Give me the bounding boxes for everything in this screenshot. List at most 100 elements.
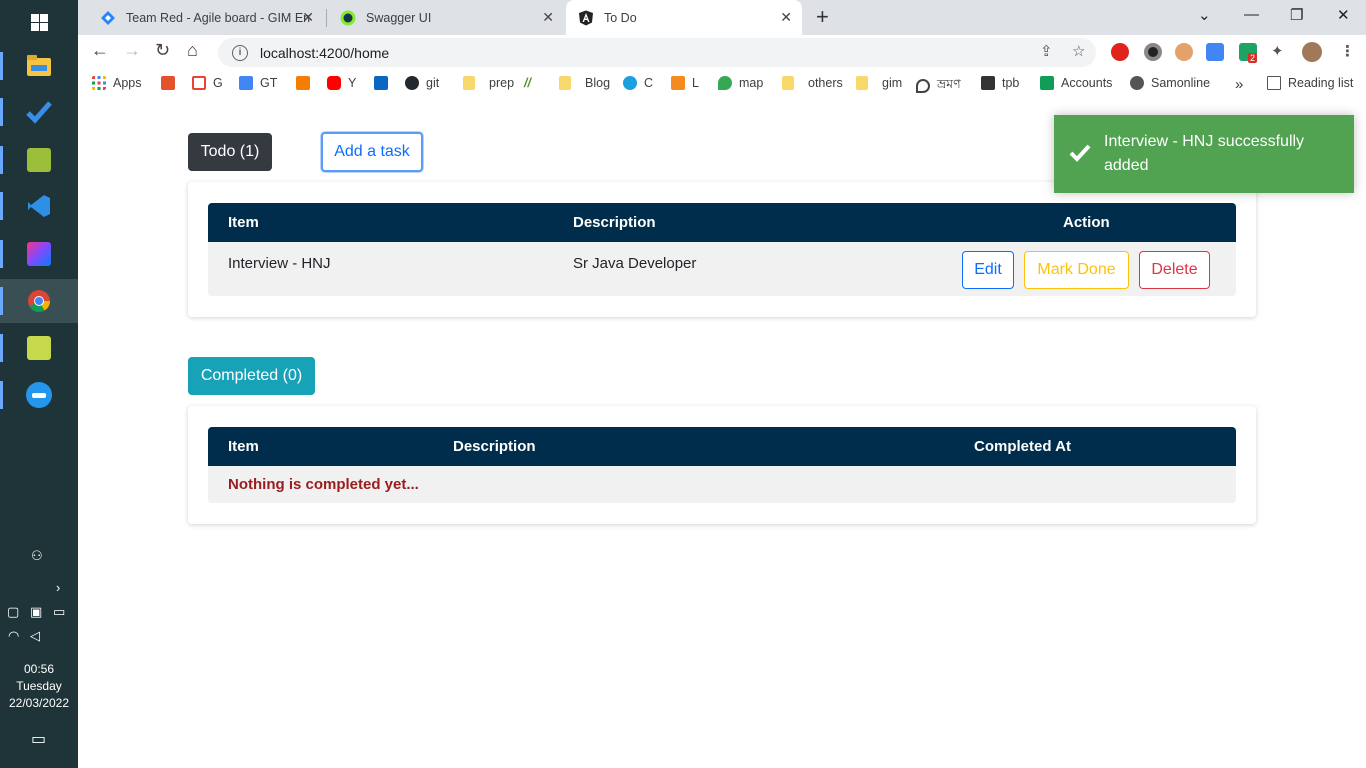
bookmark-label: G: [213, 76, 223, 90]
bookmark-blog[interactable]: Blog: [559, 76, 610, 90]
windows-logo-icon: [30, 13, 48, 31]
completed-card: Item Description Completed At Nothing is…: [188, 406, 1256, 524]
taskbar-file-explorer[interactable]: [0, 44, 78, 88]
location-pin-icon: [916, 79, 930, 93]
reload-button[interactable]: ↻: [155, 40, 170, 61]
l-site-icon: [671, 76, 685, 90]
column-header-completed-at: Completed At: [974, 438, 1071, 455]
bookmark-gt[interactable]: GT: [239, 76, 277, 90]
bookmark-label: C: [644, 76, 654, 90]
taskbar-intellij[interactable]: [0, 232, 78, 276]
notepad-icon: [27, 336, 51, 360]
taskbar-notepad[interactable]: [0, 326, 78, 370]
close-icon[interactable]: ✕: [780, 9, 792, 26]
bookmark-star-icon[interactable]: ☆: [1072, 42, 1085, 60]
close-icon[interactable]: ✕: [302, 9, 314, 26]
taskbar-vscode[interactable]: [0, 184, 78, 228]
bookmark-samonline[interactable]: Samonline: [1130, 76, 1210, 90]
add-task-button[interactable]: Add a task: [321, 132, 423, 172]
tab-swagger-ui[interactable]: Swagger UI ✕: [328, 0, 564, 35]
checkmark-icon: [1069, 144, 1091, 162]
table-row: Interview - HNJ Sr Java Developer Edit M…: [208, 242, 1236, 296]
bookmark-git[interactable]: git: [405, 76, 439, 90]
bookmark-youtube[interactable]: Y: [327, 76, 356, 90]
tray-meet-icon[interactable]: ▢: [7, 604, 19, 620]
site-info-icon[interactable]: i: [232, 44, 248, 61]
battery-icon[interactable]: ▭: [53, 604, 65, 620]
chevron-right-icon[interactable]: ›: [56, 580, 60, 595]
chrome-icon: [28, 290, 50, 312]
browser-toolbar: ← → ↻ ⌂ i localhost:4200/home ⇪ ☆ 2 ✦ ⋮: [78, 35, 1366, 70]
bookmarks-overflow-button[interactable]: »: [1235, 76, 1243, 93]
taskbar-chrome[interactable]: [0, 279, 78, 323]
column-header-description: Description: [453, 438, 536, 455]
google-translate-icon[interactable]: [1206, 43, 1224, 61]
browser-chrome: Team Red - Agile board - GIM En ✕ Swagge…: [78, 0, 1366, 104]
bookmark-label: git: [426, 76, 440, 90]
bookmark-gim[interactable]: gim: [856, 76, 902, 90]
menu-kebab-icon[interactable]: ⋮: [1340, 42, 1355, 60]
share-icon[interactable]: ⇪: [1040, 42, 1053, 60]
bookmark-label: map: [739, 76, 764, 90]
mark-done-button[interactable]: Mark Done: [1024, 251, 1129, 289]
tab-agile-board[interactable]: Team Red - Agile board - GIM En ✕: [88, 0, 324, 35]
bookmark-accounts[interactable]: Accounts: [1040, 76, 1112, 90]
extensions-puzzle-icon[interactable]: ✦: [1271, 42, 1284, 60]
bookmark-tpb[interactable]: tpb: [981, 76, 1019, 90]
bookmark-label: gim: [882, 76, 903, 90]
minimize-button[interactable]: —: [1244, 6, 1259, 23]
taskbar-postman[interactable]: [0, 138, 78, 182]
bookmark-blogger[interactable]: [296, 76, 317, 90]
linkedin-icon: [374, 76, 388, 90]
new-tab-button[interactable]: +: [816, 4, 829, 30]
bookmark-gmail[interactable]: G: [192, 76, 223, 90]
success-toast[interactable]: Interview - HNJ successfully added: [1054, 115, 1354, 193]
extension-circle-icon[interactable]: [1144, 43, 1162, 61]
bookmark-others[interactable]: others: [782, 76, 843, 90]
tab-search-icon[interactable]: ⌄: [1198, 6, 1211, 24]
close-icon[interactable]: ✕: [542, 9, 554, 26]
windows-taskbar: ⚇ › ▢ ▣ ▭ ◠ ◁ 00:56 Tuesday 22/03/2022 ▭: [0, 0, 78, 768]
close-window-button[interactable]: ✕: [1337, 6, 1350, 24]
bookmark-bhromon[interactable]: ভ্রমণ: [916, 76, 961, 96]
taskbar-todo-app[interactable]: [0, 90, 78, 134]
bookmark-label: GT: [260, 76, 278, 90]
wifi-icon[interactable]: ◠: [8, 628, 19, 644]
people-icon[interactable]: ⚇: [31, 548, 43, 564]
taskbar-docker[interactable]: [0, 373, 78, 417]
folder-icon: [27, 55, 51, 76]
volume-icon[interactable]: ◁: [30, 628, 40, 644]
apps-grid-icon: [92, 76, 106, 90]
bookmark-prep[interactable]: prep: [463, 76, 514, 90]
start-button[interactable]: [0, 0, 78, 44]
extension-face-icon[interactable]: [1175, 43, 1193, 61]
adblock-extension-icon[interactable]: [1111, 43, 1129, 61]
bookmarks-bar: Apps G GT Y git prep // Blog C L map oth…: [78, 70, 1366, 98]
tpb-ship-icon: [981, 76, 995, 90]
bookmark-linkedin[interactable]: [374, 76, 395, 90]
notification-icon[interactable]: ▭: [31, 729, 46, 749]
bookmark-slashes[interactable]: //: [524, 76, 539, 90]
tab-to-do[interactable]: To Do ✕: [566, 0, 802, 35]
home-button[interactable]: ⌂: [187, 40, 198, 61]
forward-button[interactable]: →: [123, 40, 141, 61]
column-header-action: Action: [1063, 214, 1110, 231]
tray-app-icon[interactable]: ▣: [30, 604, 42, 620]
bookmark-l[interactable]: L: [671, 76, 699, 90]
restore-button[interactable]: ❐: [1290, 6, 1303, 24]
system-clock[interactable]: 00:56 Tuesday 22/03/2022: [0, 661, 78, 712]
bookmark-bengali-site[interactable]: [161, 76, 182, 90]
bookmark-map[interactable]: map: [718, 76, 763, 90]
profile-avatar[interactable]: [1302, 42, 1322, 62]
reading-list-button[interactable]: Reading list: [1267, 76, 1353, 90]
back-button[interactable]: ←: [91, 40, 109, 61]
delete-button[interactable]: Delete: [1139, 251, 1210, 289]
address-bar[interactable]: i localhost:4200/home: [218, 38, 1096, 67]
edit-button[interactable]: Edit: [962, 251, 1014, 289]
bookmark-apps[interactable]: Apps: [92, 76, 142, 90]
globe-icon: [1130, 76, 1144, 90]
intellij-icon: [27, 242, 51, 266]
bookmark-c[interactable]: C: [623, 76, 653, 90]
todo-header-badge: Todo (1): [188, 133, 272, 171]
completed-table-header: Item Description Completed At: [208, 427, 1236, 466]
